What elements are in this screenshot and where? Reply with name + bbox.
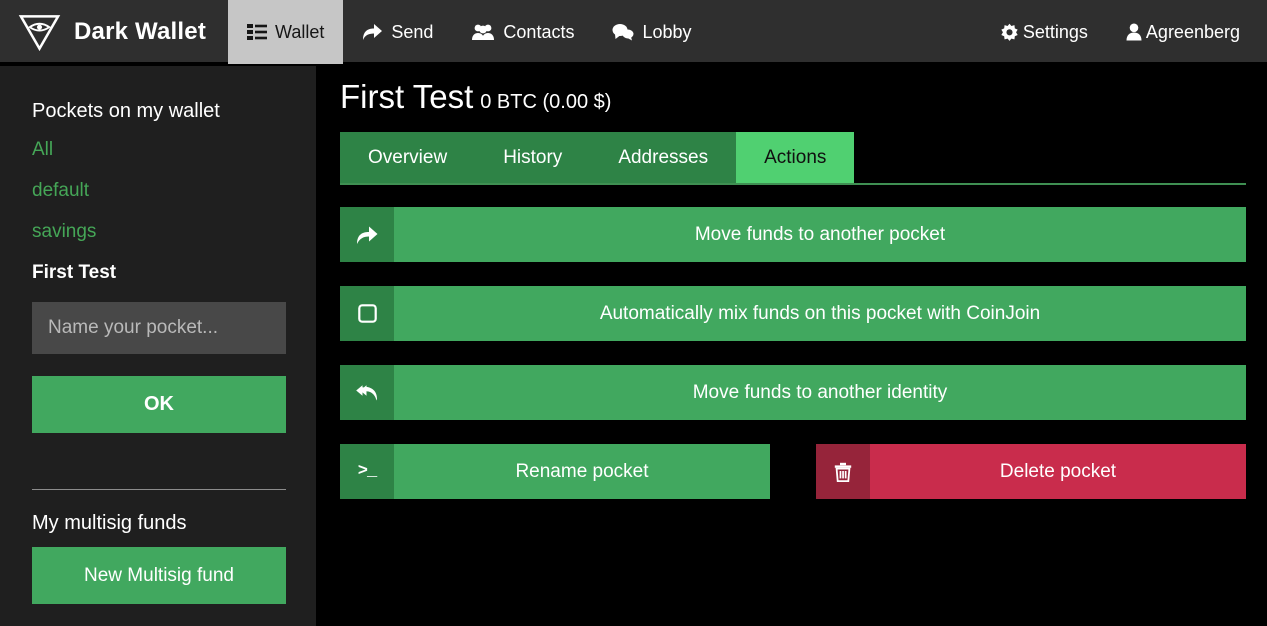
action-row: >_ Rename pocket Delete pocket <box>340 444 1246 499</box>
sidebar: Pockets on my wallet All default savings… <box>0 66 316 626</box>
tab-history[interactable]: History <box>475 132 591 183</box>
tab-bar: Overview History Addresses Actions <box>340 132 1246 185</box>
sidebar-item-savings[interactable]: savings <box>32 211 284 252</box>
nav-item-wallet[interactable]: Wallet <box>228 0 344 64</box>
nav-item-contacts[interactable]: Contacts <box>452 0 593 64</box>
users-icon <box>471 23 495 41</box>
main-content: First Test 0 BTC (0.00 $) Overview Histor… <box>316 66 1267 626</box>
action-row: Move funds to another identity <box>340 365 1246 420</box>
share-icon <box>362 23 383 41</box>
nav-item-label: Agreenberg <box>1145 21 1240 42</box>
delete-pocket-button[interactable]: Delete pocket <box>816 444 1246 499</box>
action-row: Move funds to another pocket <box>340 207 1246 262</box>
top-navbar: Dark Wallet Wallet Send Contacts Lobby S… <box>0 0 1267 64</box>
sidebar-item-first-test[interactable]: First Test <box>32 252 284 293</box>
action-label: Move funds to another identity <box>394 365 1246 420</box>
move-funds-to-pocket-button[interactable]: Move funds to another pocket <box>340 207 1246 262</box>
actions-panel: Move funds to another pocket Automatical… <box>340 207 1246 499</box>
action-label: Move funds to another pocket <box>394 207 1246 262</box>
page-title: First Test 0 BTC (0.00 $) <box>316 66 1267 116</box>
tab-overview[interactable]: Overview <box>340 132 476 183</box>
sidebar-heading: Pockets on my wallet <box>32 100 220 122</box>
nav-item-label: Contacts <box>503 21 575 42</box>
rename-pocket-button[interactable]: >_ Rename pocket <box>340 444 770 499</box>
navbar-spacer <box>711 0 981 62</box>
move-funds-to-identity-button[interactable]: Move funds to another identity <box>340 365 1246 420</box>
multisig-heading: My multisig funds <box>32 512 187 534</box>
comments-icon <box>612 23 634 41</box>
triangle-eye-logo-icon <box>18 12 61 52</box>
nav-item-label: Wallet <box>275 21 325 42</box>
ok-button[interactable]: OK <box>32 376 286 433</box>
nav-item-lobby[interactable]: Lobby <box>593 0 710 64</box>
share-arrow-icon <box>340 207 394 262</box>
user-icon <box>1126 23 1142 41</box>
new-pocket-name-input[interactable] <box>32 302 286 354</box>
new-multisig-fund-button[interactable]: New Multisig fund <box>32 547 286 604</box>
pocket-name: First Test <box>340 78 474 115</box>
action-row: Automatically mix funds on this pocket w… <box>340 286 1246 341</box>
terminal-glyph: >_ <box>357 462 377 481</box>
nav-item-label: Send <box>391 21 434 42</box>
nav-item-label: Settings <box>1022 21 1088 42</box>
brand-title: Dark Wallet <box>74 18 207 45</box>
pocket-balance: 0 BTC (0.00 $) <box>480 91 612 113</box>
list-icon <box>247 24 268 40</box>
tab-actions[interactable]: Actions <box>736 132 855 183</box>
action-label: Delete pocket <box>870 444 1246 499</box>
checkbox-unchecked-icon[interactable] <box>340 286 394 341</box>
action-label: Rename pocket <box>394 444 770 499</box>
gear-icon <box>1000 23 1019 42</box>
tab-addresses[interactable]: Addresses <box>590 132 737 183</box>
coinjoin-mix-button[interactable]: Automatically mix funds on this pocket w… <box>340 286 1246 341</box>
sidebar-item-all[interactable]: All <box>32 129 284 170</box>
nav-item-send[interactable]: Send <box>343 0 452 64</box>
terminal-icon: >_ <box>340 444 394 499</box>
brand[interactable]: Dark Wallet <box>0 0 228 64</box>
navbar-right-group: Settings Agreenberg <box>981 0 1267 62</box>
action-label: Automatically mix funds on this pocket w… <box>394 286 1246 341</box>
sidebar-item-default[interactable]: default <box>32 170 284 211</box>
nav-item-settings[interactable]: Settings <box>981 0 1107 64</box>
reply-all-icon <box>340 365 394 420</box>
trash-icon <box>816 444 870 499</box>
nav-item-account[interactable]: Agreenberg <box>1107 0 1259 64</box>
nav-item-label: Lobby <box>642 21 692 42</box>
